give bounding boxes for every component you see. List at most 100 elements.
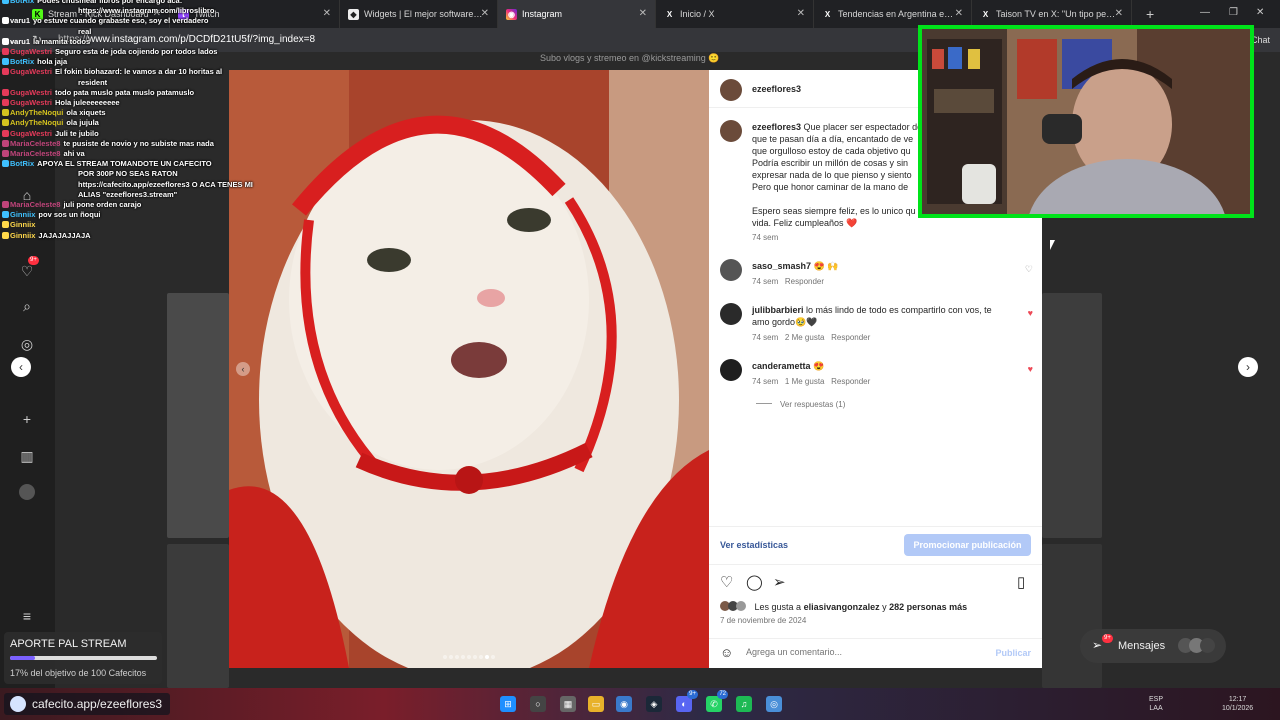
minimize-icon[interactable]: — <box>1200 7 1210 18</box>
search-icon[interactable]: ○ <box>530 696 546 712</box>
discord-icon[interactable]: ◐ 9+ <box>676 690 698 712</box>
background-post[interactable] <box>167 544 229 688</box>
create-icon[interactable]: + <box>18 410 36 428</box>
language-indicator[interactable]: ESP LAA <box>1149 695 1163 713</box>
comment-avatar[interactable] <box>720 359 742 381</box>
dashboard-icon[interactable]: ▥ <box>18 447 36 465</box>
chat-username[interactable]: BotRix <box>10 159 34 168</box>
comment: julibbarbieri lo más lindo de todo es co… <box>752 305 992 342</box>
steam-icon[interactable]: ◈ <box>646 696 662 712</box>
author-username[interactable]: ezeeflores3 <box>752 84 801 94</box>
background-post[interactable] <box>1042 293 1102 538</box>
maximize-icon[interactable]: ❐ <box>1229 7 1238 18</box>
comment-avatar[interactable] <box>720 259 742 281</box>
clock[interactable]: 12:17 10/1/2026 <box>1222 695 1253 713</box>
prev-post-arrow[interactable]: ‹ <box>11 357 31 377</box>
new-tab-icon[interactable]: + <box>1146 6 1154 22</box>
chat-username[interactable]: MariaCeleste8 <box>10 139 60 148</box>
chat-username[interactable]: AndyTheNoqui <box>10 108 63 117</box>
chat-text: todo pata muslo pata muslo patamuslo <box>54 87 195 97</box>
chat-message: GugaWestri El fokin biohazard: le vamos a… <box>2 67 222 78</box>
comment-avatar[interactable] <box>720 303 742 325</box>
comment-like-icon[interactable]: ♡ <box>1025 264 1033 275</box>
reply-button[interactable]: Responder <box>831 333 870 342</box>
whatsapp-icon[interactable]: ✆ 72 <box>706 690 728 712</box>
share-icon[interactable]: ➢ <box>773 573 786 591</box>
folder-icon[interactable]: ▭ <box>588 696 604 712</box>
chat-text: juli pone orden carajo <box>63 200 142 209</box>
comment-icon[interactable]: ◯ <box>746 573 763 591</box>
chat-username[interactable]: MariaCeleste8 <box>10 149 60 158</box>
chat-username[interactable]: BotRix <box>10 0 34 5</box>
comment: saso_smash7 😍 🙌 74 sem Responder <box>752 261 839 286</box>
tab-instagram[interactable]: ◉ Instagram ✕ <box>498 0 656 28</box>
view-stats-link[interactable]: Ver estadísticas <box>720 540 788 550</box>
messages-badge: 9+ <box>1102 634 1113 643</box>
search-icon[interactable]: ⌕ <box>18 297 36 315</box>
donation-title: APORTE PAL STREAM <box>10 638 127 650</box>
chat-username[interactable]: GugaWestri <box>10 98 52 107</box>
close-icon[interactable]: ✕ <box>481 8 489 19</box>
chat-username[interactable]: GugaWestri <box>10 47 52 56</box>
chat-username[interactable]: varu1 <box>10 16 30 25</box>
background-post[interactable] <box>1042 544 1102 688</box>
chat-username[interactable]: Ginniix <box>10 210 35 219</box>
emoji-icon[interactable]: ☺ <box>720 645 733 660</box>
chat-username[interactable]: BotRix <box>10 57 34 66</box>
chat-username[interactable]: GugaWestri <box>10 67 52 76</box>
caption-avatar[interactable] <box>720 120 742 142</box>
tab-inicio-x[interactable]: X Inicio / X ✕ <box>656 0 814 28</box>
background-post[interactable] <box>167 293 229 538</box>
caption-username[interactable]: ezeeflores3 <box>752 122 801 132</box>
chat-username[interactable]: GugaWestri <box>10 129 52 138</box>
view-replies-link[interactable]: Ver respuestas (1) <box>756 400 845 409</box>
app-icon[interactable]: ◎ <box>766 696 782 712</box>
close-icon[interactable]: ✕ <box>797 8 805 19</box>
close-icon[interactable]: ✕ <box>1115 8 1123 19</box>
chat-badge-icon <box>2 109 9 117</box>
publish-button[interactable]: Publicar <box>995 648 1031 658</box>
file-explorer-icon[interactable]: ▦ <box>560 696 576 712</box>
browser-icon[interactable]: ◉ <box>616 696 632 712</box>
close-window-icon[interactable]: ✕ <box>1256 7 1264 18</box>
chat-username[interactable]: MariaCeleste8 <box>10 200 60 209</box>
author-avatar[interactable] <box>720 79 742 101</box>
chat-badge-icon <box>2 48 9 55</box>
chat-username[interactable]: varu1 <box>10 37 30 46</box>
reply-button[interactable]: Responder <box>831 377 870 386</box>
post-image[interactable]: ‹ <box>229 70 709 668</box>
chat-username[interactable]: Ginniix <box>10 220 35 229</box>
comment-like-icon[interactable]: ♥ <box>1028 364 1033 374</box>
chat-username[interactable]: Ginniix <box>10 231 35 240</box>
tab-taison-x[interactable]: X Taison TV en X: "Un tipo pesco 10 ✕ <box>972 0 1132 28</box>
donation-progress-text: 17% del objetivo de 100 Cafecitos <box>10 668 147 678</box>
comment-input[interactable] <box>746 647 986 657</box>
close-icon[interactable]: ✕ <box>323 8 331 19</box>
chat-badge-icon <box>2 68 9 76</box>
spotify-icon[interactable]: ♫ <box>736 696 752 712</box>
close-icon[interactable]: ✕ <box>955 8 963 19</box>
promote-post-button[interactable]: Promocionar publicación <box>904 534 1031 556</box>
save-icon[interactable]: ▯ <box>1017 573 1025 591</box>
chat-text: Juli te jubilo <box>54 128 99 138</box>
comment-like-icon[interactable]: ♥ <box>1028 308 1033 318</box>
caption-time: 74 sem <box>752 233 779 242</box>
like-icon[interactable]: ♡ <box>720 573 733 591</box>
chat-badge-icon <box>2 221 9 229</box>
widgets-icon: ◆ <box>348 8 359 20</box>
close-icon[interactable]: ✕ <box>639 8 647 19</box>
reply-button[interactable]: Responder <box>785 277 824 286</box>
explore-icon[interactable]: ◎ <box>18 335 36 353</box>
notifications-heart-icon[interactable]: ♡ 9+ <box>18 256 39 280</box>
next-post-arrow[interactable]: › <box>1238 357 1258 377</box>
tab-widgets[interactable]: ◆ Widgets | El mejor software para p ✕ <box>340 0 498 28</box>
windows-start-icon[interactable]: ⊞ <box>500 696 516 712</box>
messages-button[interactable]: ➢ 9+ Mensajes <box>1080 629 1226 663</box>
image-prev-arrow[interactable]: ‹ <box>236 362 250 376</box>
chat-username[interactable]: AndyTheNoqui <box>10 118 63 127</box>
menu-icon[interactable]: ≡ <box>18 607 36 625</box>
profile-avatar-icon[interactable] <box>18 484 36 502</box>
chat-username[interactable]: GugaWestri <box>10 88 52 97</box>
chat-badge-icon <box>2 139 9 147</box>
tab-tendencias-x[interactable]: X Tendencias en Argentina en X: "F ✕ <box>814 0 972 28</box>
